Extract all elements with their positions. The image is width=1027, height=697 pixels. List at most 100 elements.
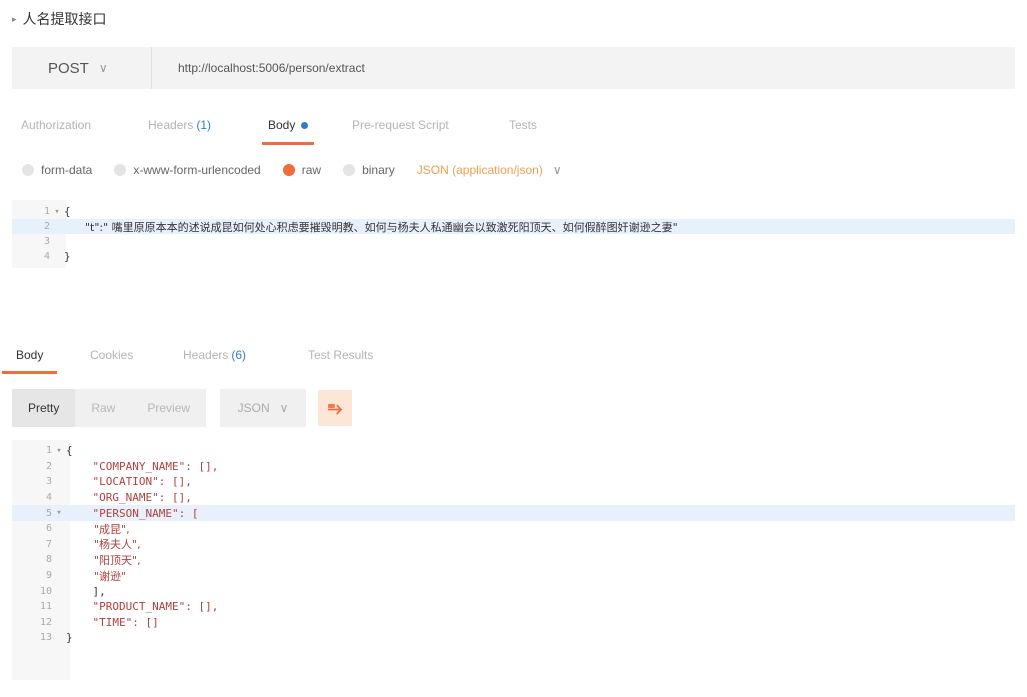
line-number: 11 [39,601,52,613]
code-line: 1 ▾{ [12,443,1015,459]
view-pretty-button[interactable]: Pretty [12,389,76,427]
tab-label: Test Results [308,348,374,362]
radio-circle-icon [22,164,34,176]
tab-label: Headers [148,118,194,132]
code-line: 13} [12,630,1015,646]
radio-label: raw [301,163,322,177]
active-tab-indicator [2,371,58,374]
line-number: 7 [45,538,52,550]
view-raw-button[interactable]: Raw [75,389,131,427]
format-select[interactable]: JSON ∨ [220,389,307,427]
code-line: 4 } [12,249,1015,264]
code-line: 11 "PRODUCT_NAME": [], [12,599,1015,615]
line-number: 9 [45,570,52,582]
tab-authorization[interactable]: Authorization [21,105,91,145]
radio-binary[interactable]: binary [343,163,395,177]
content-type-select[interactable]: JSON (application/json) ∨ [417,163,562,177]
code-line: 7 "杨夫人", [12,537,1015,553]
radio-label: binary [362,163,395,177]
view-preview-button[interactable]: Preview [131,389,206,427]
code-text: "LOCATION": [], [66,475,192,489]
tab-headers[interactable]: Headers (1) [148,105,211,145]
code-text: { [64,205,71,218]
code-line: 3 [12,234,1015,249]
code-text: { [66,444,73,458]
request-title-row[interactable]: ▸ 人名提取接口 [12,8,107,30]
line-number: 13 [39,632,52,644]
line-number: 4 [45,492,52,504]
code-line: 2 "COMPANY_NAME": [], [12,459,1015,475]
code-text: "PRODUCT_NAME": [], [66,600,219,614]
tab-label: Cookies [90,348,134,362]
code-line: 6 "成昆", [12,521,1015,537]
headers-count: (1) [196,118,212,132]
url-input[interactable]: http://localhost:5006/person/extract [152,61,365,75]
code-text: "PERSON_NAME": [ [66,506,199,520]
code-line: 9 "谢逊" [12,568,1015,584]
code-text: "COMPANY_NAME": [], [66,459,219,473]
expand-caret-icon[interactable]: ▸ [12,14,17,25]
headers-count: (6) [231,348,247,362]
url-bar: POST ∨ http://localhost:5006/person/extr… [12,47,1015,89]
fold-arrow-icon[interactable]: ▾ [52,446,66,456]
radio-x-www-form-urlencoded[interactable]: x-www-form-urlencoded [114,163,261,177]
line-number: 12 [39,616,52,628]
code-text: "ORG_NAME": [], [66,491,192,505]
method-select[interactable]: POST ∨ [12,47,152,89]
chevron-down-icon: ∨ [98,61,108,75]
tab-response-headers[interactable]: Headers (6) [183,336,246,374]
request-body-editor[interactable]: 1 ▾ { 2 "t":" 嘴里原原本本的述说成昆如何处心积虑要摧毁明教、如何与… [12,200,1015,268]
code-line: 1 ▾ { [12,204,1015,219]
tab-pre-request-script[interactable]: Pre-request Script [352,105,449,145]
response-view-bar: Pretty Raw Preview JSON ∨ ⥱ [12,388,353,428]
tab-cookies[interactable]: Cookies [90,336,133,374]
radio-form-data[interactable]: form-data [22,163,92,177]
line-number: 10 [39,585,52,597]
tab-label: Authorization [21,118,92,132]
request-tabs: Authorization Headers (1) Body Pre-reque… [0,105,1027,145]
format-label: JSON [237,401,270,415]
radio-label: form-data [41,163,93,177]
tab-response-body[interactable]: Body [2,336,58,374]
radio-circle-icon [114,164,127,176]
code-text: "TIME": [] [66,615,159,629]
modified-dot-icon [301,121,309,129]
line-number: 5 [45,507,52,519]
chevron-down-icon: ∨ [552,163,562,177]
content-type-label: JSON (application/json) [416,163,543,177]
method-label: POST [48,59,89,77]
code-text: "t":" 嘴里原原本本的述说成昆如何处心积虑要摧毁明教、如何与杨夫人私通幽会以… [64,220,678,234]
radio-raw[interactable]: raw [282,163,322,177]
tab-body[interactable]: Body [262,105,315,145]
line-number: 2 [45,460,52,472]
code-text: } [64,250,71,263]
body-type-selector: form-data x-www-form-urlencoded raw bina… [22,155,562,185]
tab-tests[interactable]: Tests [509,105,537,145]
code-line: 4 "ORG_NAME": [], [12,490,1015,506]
code-text: "成昆", [66,522,130,536]
code-text: "阳顶天", [66,553,141,567]
code-line: 12 "TIME": [] [12,615,1015,631]
view-mode-group: Pretty Raw Preview [12,389,207,427]
line-number: 8 [45,554,52,566]
code-text: "杨夫人", [66,538,141,552]
line-number: 3 [45,476,52,488]
tab-test-results[interactable]: Test Results [308,336,373,374]
tab-label: Tests [509,118,538,132]
fold-arrow-icon[interactable]: ▾ [50,207,64,217]
radio-label: x-www-form-urlencoded [133,163,261,177]
line-number: 3 [43,236,50,247]
request-title: 人名提取接口 [22,12,107,28]
line-number: 4 [43,251,50,262]
wrap-lines-button[interactable]: ⥱ [318,390,353,426]
line-number: 1 [43,206,50,217]
tab-label: Headers [183,348,229,362]
code-line: 3 "LOCATION": [], [12,474,1015,490]
tab-label: Pre-request Script [352,118,449,132]
chevron-down-icon: ∨ [279,401,289,415]
code-line: 8 "阳顶天", [12,552,1015,568]
response-tabs: Body Cookies Headers (6) Test Results [0,336,1027,374]
wrap-lines-icon: ⥱ [327,397,343,418]
fold-arrow-icon[interactable]: ▾ [52,508,66,518]
response-body-editor[interactable]: 1 ▾{2 "COMPANY_NAME": [], 3 "LOCATION": []… [12,440,1015,680]
